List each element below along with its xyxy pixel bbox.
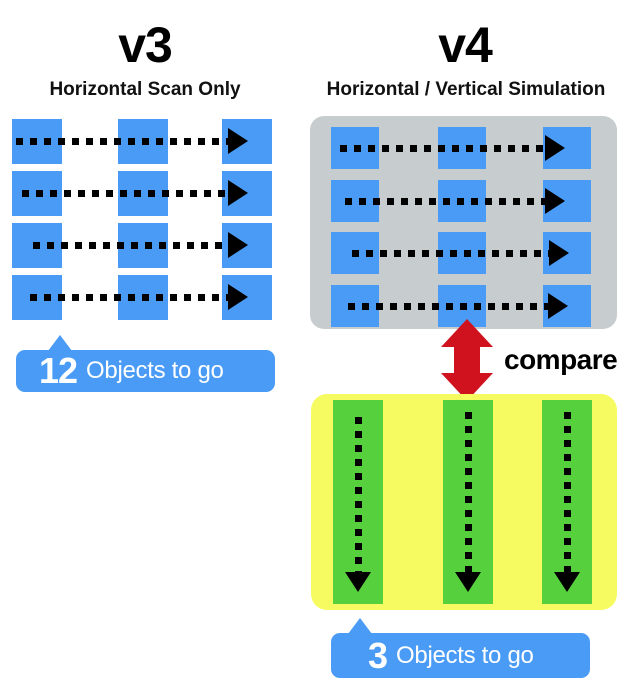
right-arrow-icon [228,128,248,154]
v4-title: v4 [438,17,493,73]
objects-count-v4: 3 [368,634,388,676]
objects-to-go-badge-v4: 3 Objects to go [331,633,590,678]
vertical-scan-line [465,412,472,572]
objects-to-go-badge-v3: 12 Objects to go [16,350,275,392]
v4-subtitle: Horizontal / Vertical Simulation [326,79,606,100]
right-arrow-icon [228,284,248,310]
right-arrow-icon [545,188,565,214]
double-arrow-vertical-icon [441,319,493,401]
right-arrow-icon [548,293,568,319]
v3-title: v3 [118,17,173,73]
horizontal-scan-line [33,242,228,249]
vertical-scan-line [564,412,571,572]
objects-label-v3: Objects to go [86,357,224,384]
compare-label: compare [504,344,618,375]
right-arrow-icon [228,180,248,206]
horizontal-scan-line [352,250,552,257]
callout-pointer-right [348,618,372,634]
right-arrow-icon [228,232,248,258]
down-arrow-icon [554,572,580,592]
horizontal-scan-line [22,190,228,197]
horizontal-scan-line [348,303,550,310]
vertical-scan-line [355,417,362,573]
right-arrow-icon [549,240,569,266]
diagram-canvas: v3 Horizontal Scan Only 12 Objects to go [0,0,634,688]
down-arrow-icon [455,572,481,592]
horizontal-scan-line [16,138,228,145]
objects-label-v4: Objects to go [396,641,534,669]
down-arrow-icon [345,572,371,592]
right-arrow-icon [545,135,565,161]
callout-pointer-left [48,335,72,351]
horizontal-scan-line [30,294,228,301]
horizontal-scan-line [345,198,548,205]
v3-subtitle: Horizontal Scan Only [49,79,241,100]
horizontal-scan-line [340,145,548,152]
objects-count-v3: 12 [39,350,78,391]
